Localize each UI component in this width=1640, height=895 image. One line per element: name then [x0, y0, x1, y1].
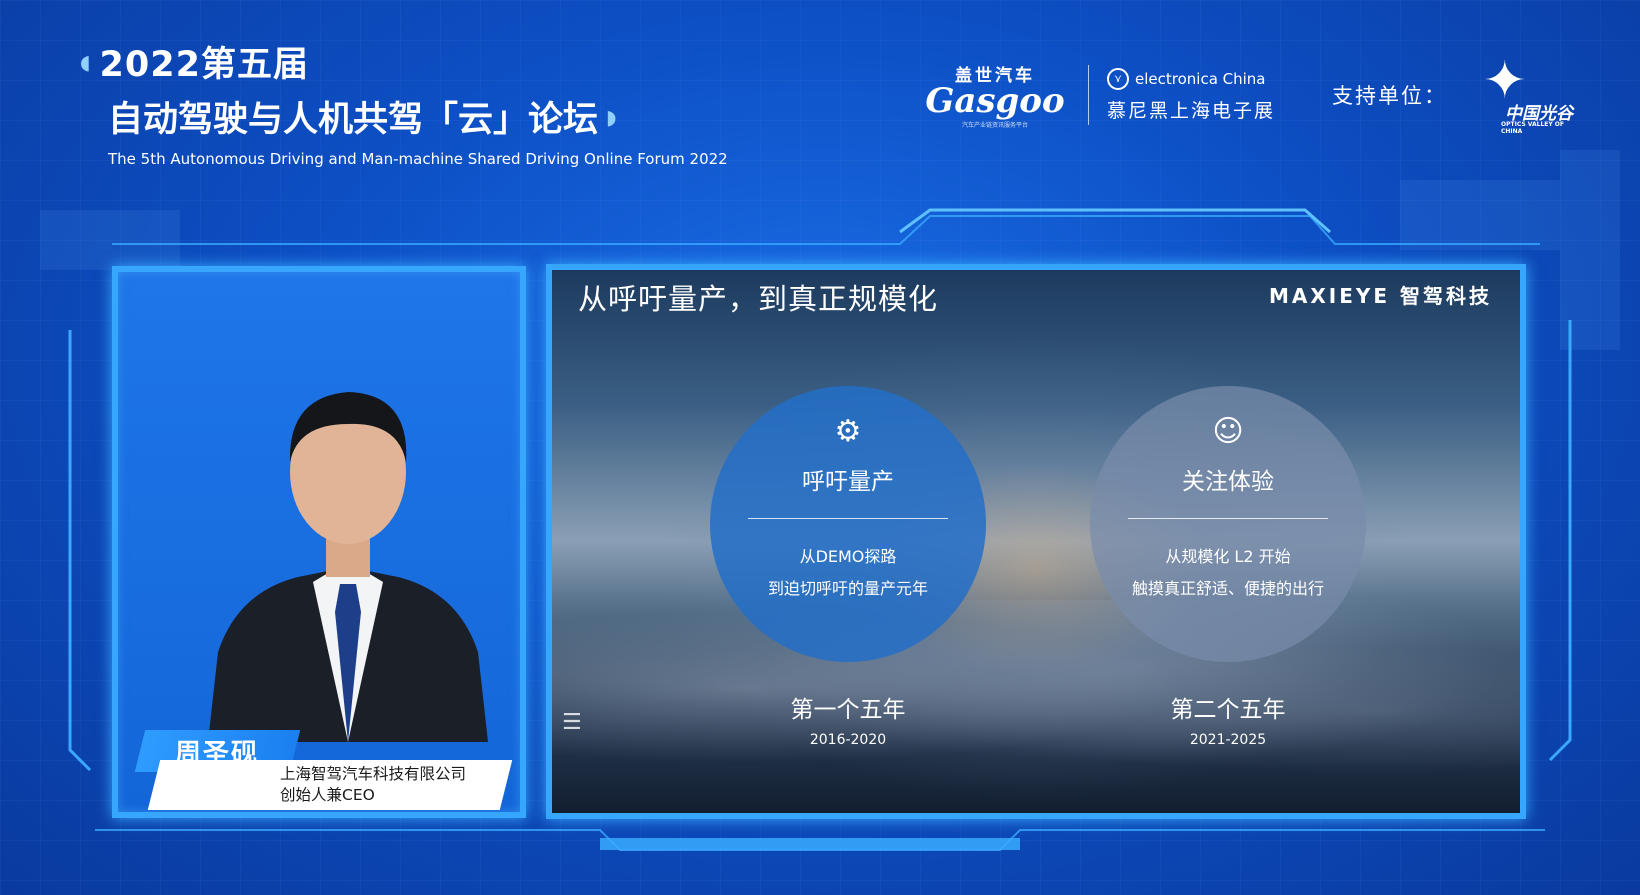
speaker-title-text: 上海智驾汽车科技有限公司 创始人兼CEO — [280, 764, 466, 806]
period-years: 2021-2025 — [1189, 732, 1267, 748]
speaker-company: 上海智驾汽车科技有限公司 — [280, 765, 467, 783]
slide-menu-icon[interactable]: ☰ — [562, 710, 582, 735]
speaker-photo — [208, 392, 488, 742]
stage-desc-line: 从规模化 L2 开始 — [1165, 547, 1291, 566]
stage-heading: 呼吁量产 — [802, 469, 894, 495]
stage-desc-line: 从DEMO探路 — [799, 547, 897, 566]
robot-arm-icon: ⚙ — [834, 414, 862, 449]
period-title: 第一个五年 — [790, 697, 906, 723]
stage-divider — [748, 518, 948, 519]
stage-desc-line: 到迫切呼吁的量产元年 — [767, 579, 928, 598]
slide-clouds — [552, 600, 1520, 813]
period-title: 第二个五年 — [1170, 697, 1286, 723]
stage-description: 从规模化 L2 开始 触摸真正舒适、便捷的出行 — [1132, 541, 1324, 605]
smile-chat-icon: ☺ — [1212, 414, 1244, 449]
period-1: 第一个五年 2016-2020 — [710, 690, 986, 748]
stage-heading: 关注体验 — [1182, 469, 1274, 495]
speaker-role: 创始人兼CEO — [280, 786, 375, 804]
stage-desc-line: 触摸真正舒适、便捷的出行 — [1131, 579, 1324, 598]
period-2: 第二个五年 2021-2025 — [1090, 690, 1366, 748]
period-years: 2016-2020 — [809, 732, 887, 748]
presentation-slide: 从呼吁量产，到真正规模化 MAXIEYE 智驾科技 ⚙ 呼吁量产 从DEMO探路… — [546, 264, 1526, 819]
slide-title: 从呼吁量产，到真正规模化 — [578, 282, 939, 316]
stage-description: 从DEMO探路 到迫切呼吁的量产元年 — [768, 541, 928, 605]
stage-divider — [1128, 518, 1328, 519]
stage-circle-1: ⚙ 呼吁量产 从DEMO探路 到迫切呼吁的量产元年 — [710, 386, 986, 662]
maxieye-brand: MAXIEYE 智驾科技 — [1268, 284, 1492, 308]
stage-circle-2: ☺ 关注体验 从规模化 L2 开始 触摸真正舒适、便捷的出行 — [1090, 386, 1366, 662]
speaker-video-panel: 周圣砚 上海智驾汽车科技有限公司 创始人兼CEO — [112, 266, 526, 818]
